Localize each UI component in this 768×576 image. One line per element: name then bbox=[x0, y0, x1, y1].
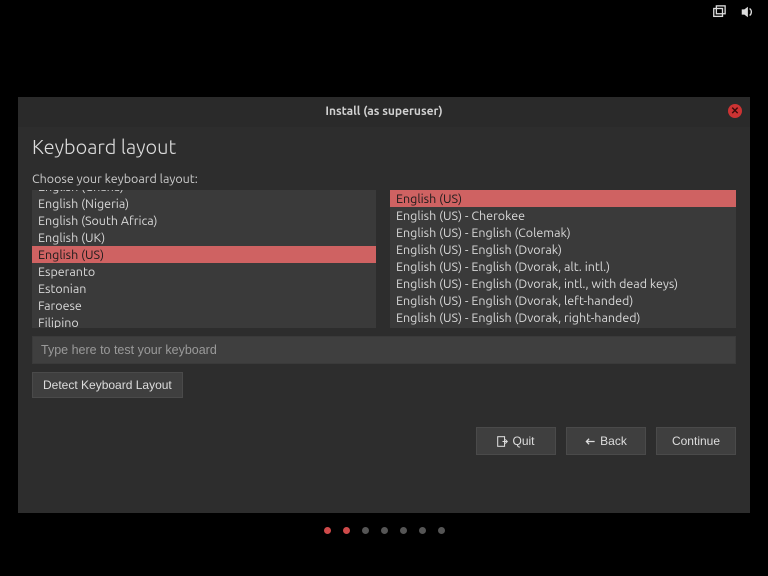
close-icon[interactable]: ✕ bbox=[728, 104, 742, 118]
progress-dot bbox=[324, 527, 331, 534]
progress-dot bbox=[381, 527, 388, 534]
window-restore-icon[interactable] bbox=[712, 5, 726, 23]
list-item[interactable]: English (US) - English (Dvorak, right-ha… bbox=[390, 309, 736, 326]
keyboard-test-input[interactable] bbox=[32, 336, 736, 364]
volume-icon[interactable] bbox=[740, 5, 754, 23]
installer-window: Install (as superuser) ✕ Keyboard layout… bbox=[18, 97, 750, 513]
list-item[interactable]: English (US) - English (Dvorak, alt. int… bbox=[390, 258, 736, 275]
progress-dot bbox=[419, 527, 426, 534]
list-item[interactable]: Faroese bbox=[32, 297, 376, 314]
list-item[interactable]: English (US) - English (Dvorak, left-han… bbox=[390, 292, 736, 309]
list-item[interactable]: English (US) - English (Colemak) bbox=[390, 224, 736, 241]
window-title: Install (as superuser) bbox=[325, 105, 442, 118]
quit-label: Quit bbox=[512, 434, 534, 448]
list-item[interactable]: English (South Africa) bbox=[32, 212, 376, 229]
prompt-label: Choose your keyboard layout: bbox=[18, 172, 750, 190]
arrow-left-icon bbox=[585, 436, 596, 447]
back-label: Back bbox=[600, 434, 627, 448]
progress-dots bbox=[0, 527, 768, 534]
list-item[interactable]: English (US) - Cherokee bbox=[390, 207, 736, 224]
list-item[interactable]: Filipino bbox=[32, 314, 376, 328]
page-heading: Keyboard layout bbox=[18, 127, 750, 172]
layout-list[interactable]: English (Ghana)English (Nigeria)English … bbox=[32, 190, 376, 328]
list-item[interactable]: English (US) - English (Dvorak, intl., w… bbox=[390, 275, 736, 292]
list-item[interactable]: English (US) bbox=[390, 190, 736, 207]
progress-dot bbox=[343, 527, 350, 534]
logout-icon bbox=[497, 436, 508, 447]
list-item[interactable]: English (UK) bbox=[32, 229, 376, 246]
list-item[interactable]: Estonian bbox=[32, 280, 376, 297]
quit-button[interactable]: Quit bbox=[476, 427, 556, 455]
window-titlebar: Install (as superuser) ✕ bbox=[18, 97, 750, 127]
progress-dot bbox=[438, 527, 445, 534]
continue-label: Continue bbox=[672, 434, 720, 448]
top-status-bar bbox=[712, 0, 768, 24]
progress-dot bbox=[362, 527, 369, 534]
back-button[interactable]: Back bbox=[566, 427, 646, 455]
continue-button[interactable]: Continue bbox=[656, 427, 736, 455]
variant-list[interactable]: English (US)English (US) - CherokeeEngli… bbox=[390, 190, 736, 328]
list-item[interactable]: English (Nigeria) bbox=[32, 195, 376, 212]
list-item[interactable]: Esperanto bbox=[32, 263, 376, 280]
progress-dot bbox=[400, 527, 407, 534]
detect-layout-button[interactable]: Detect Keyboard Layout bbox=[32, 372, 183, 398]
list-item[interactable]: English (US) bbox=[32, 246, 376, 263]
list-item[interactable]: English (US) - English (Dvorak) bbox=[390, 241, 736, 258]
